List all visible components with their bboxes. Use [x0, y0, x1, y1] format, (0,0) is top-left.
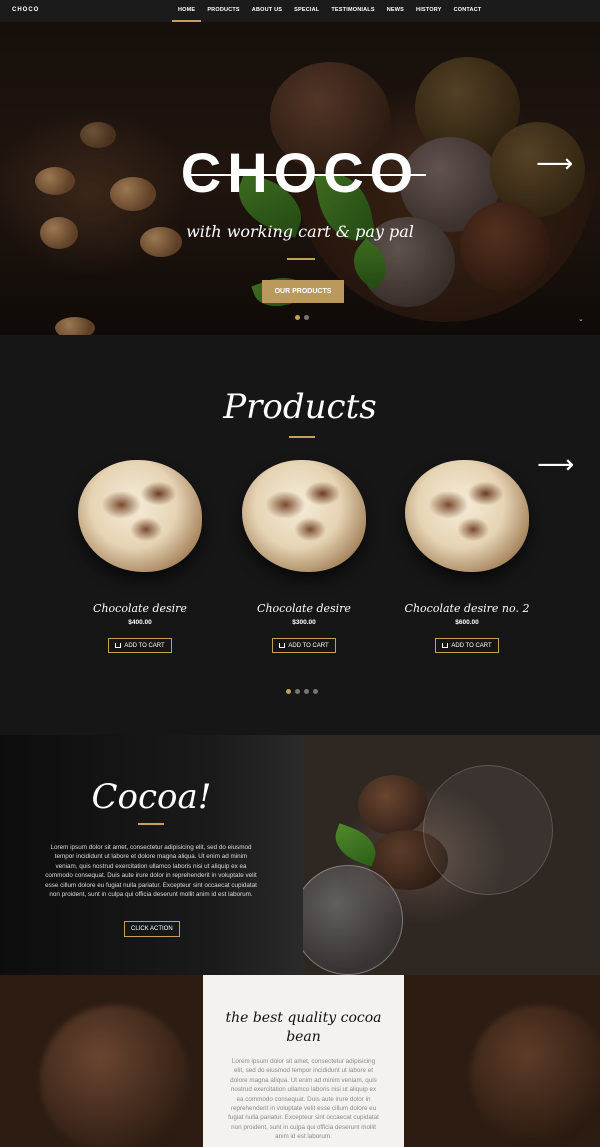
- product-card: Chocolate desire no. 2 $600.00 ADD TO CA…: [397, 460, 537, 653]
- hero-title: CHOCO: [180, 141, 420, 204]
- quality-title: the best quality cocoa bean: [225, 1010, 382, 1045]
- gold-divider: [287, 258, 315, 260]
- slider-dot[interactable]: [304, 315, 309, 320]
- gold-divider: [289, 436, 315, 438]
- nav-item-home[interactable]: HOME: [172, 0, 202, 22]
- product-price: $400.00: [128, 619, 152, 626]
- cart-icon: [442, 643, 449, 648]
- next-arrow-icon[interactable]: ⟶: [537, 451, 574, 477]
- add-to-cart-button[interactable]: ADD TO CART: [435, 638, 499, 653]
- nav-item-news[interactable]: NEWS: [381, 0, 410, 22]
- next-arrow-icon[interactable]: ⟶: [536, 150, 573, 176]
- hero-subtitle: with working cart & pay pal: [186, 222, 414, 241]
- quality-section: the best quality cocoa bean Lorem ipsum …: [0, 975, 600, 1147]
- nav-item-about-us[interactable]: ABOUT US: [246, 0, 288, 22]
- add-to-cart-button[interactable]: ADD TO CART: [272, 638, 336, 653]
- glass-cloche-image: [303, 865, 403, 975]
- products-section: Products ⟶ Chocolate desire $400.00 ADD …: [0, 335, 600, 735]
- cart-icon: [279, 643, 286, 648]
- cart-icon: [115, 643, 122, 648]
- product-card: Chocolate desire $400.00 ADD TO CART: [70, 460, 210, 653]
- product-image[interactable]: [242, 460, 366, 572]
- site-logo[interactable]: CHOCO: [12, 7, 39, 13]
- gold-divider: [138, 823, 164, 825]
- product-price: $300.00: [292, 619, 316, 626]
- product-name[interactable]: Chocolate desire: [234, 602, 374, 615]
- product-name[interactable]: Chocolate desire: [70, 602, 210, 615]
- product-price: $600.00: [455, 619, 479, 626]
- nav-item-products[interactable]: PRODUCTS: [201, 0, 245, 22]
- cocoa-section: Cocoa! Lorem ipsum dolor sit amet, conse…: [0, 735, 303, 975]
- quality-text: Lorem ipsum dolor sit amet, consectetur …: [228, 1058, 379, 1141]
- carousel-dot[interactable]: [295, 689, 300, 694]
- quality-card: the best quality cocoa bean Lorem ipsum …: [203, 975, 404, 1147]
- scroll-down-icon[interactable]: ⌄: [578, 315, 584, 323]
- nav-item-special[interactable]: SPECIAL: [288, 0, 325, 22]
- carousel-dot[interactable]: [304, 689, 309, 694]
- product-image[interactable]: [78, 460, 202, 572]
- nav-item-history[interactable]: HISTORY: [410, 0, 448, 22]
- product-image[interactable]: [405, 460, 529, 572]
- nav-item-testimonials[interactable]: TESTIMONIALS: [325, 0, 380, 22]
- product-card: Chocolate desire $300.00 ADD TO CART: [234, 460, 374, 653]
- top-navbar: CHOCO HOME PRODUCTS ABOUT US SPECIAL TES…: [0, 0, 600, 22]
- slider-dot[interactable]: [295, 315, 300, 320]
- click-action-button[interactable]: CLICK ACTION: [124, 921, 180, 937]
- our-products-button[interactable]: OUR PRODUCTS: [262, 280, 344, 303]
- cocoa-text: Lorem ipsum dolor sit amet, consectetur …: [45, 844, 257, 899]
- add-to-cart-button[interactable]: ADD TO CART: [108, 638, 172, 653]
- cocoa-photo: [303, 735, 600, 975]
- carousel-dot[interactable]: [313, 689, 318, 694]
- carousel-dot[interactable]: [286, 689, 291, 694]
- hero-slider: CHOCO with working cart & pay pal OUR PR…: [0, 22, 600, 335]
- nav-item-contact[interactable]: CONTACT: [448, 0, 488, 22]
- products-title: Products: [223, 387, 377, 427]
- main-menu: HOME PRODUCTS ABOUT US SPECIAL TESTIMONI…: [172, 0, 487, 22]
- title-strike-line: [186, 174, 426, 176]
- product-name[interactable]: Chocolate desire no. 2: [397, 602, 537, 615]
- cocoa-title: Cocoa!: [91, 777, 212, 817]
